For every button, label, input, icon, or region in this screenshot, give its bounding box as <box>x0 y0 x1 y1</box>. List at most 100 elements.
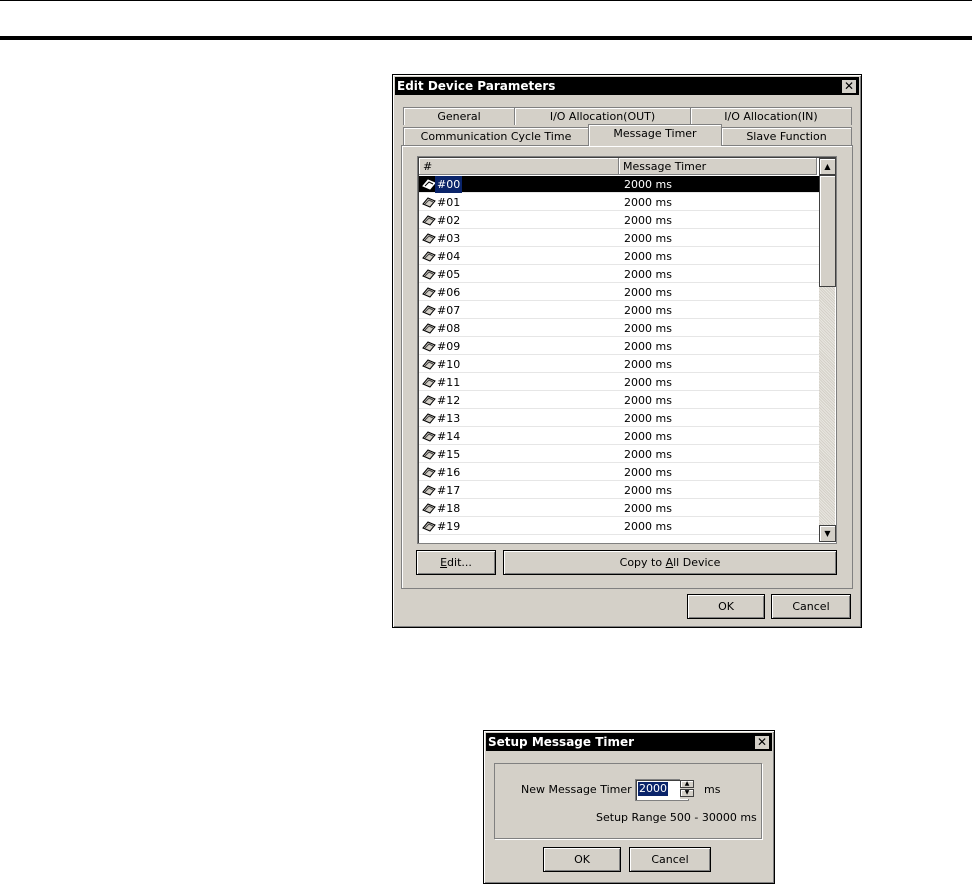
unit-label: ms <box>704 783 721 796</box>
device-id-cell: #11 <box>437 376 461 389</box>
copy-to-all-device-button[interactable]: Copy to All Device <box>503 550 837 575</box>
device-id-cell: #18 <box>437 502 461 515</box>
device-icon <box>422 413 436 424</box>
device-id-cell: #14 <box>437 430 461 443</box>
message-timer-cell: 2000 ms <box>624 412 672 425</box>
dialog-titlebar: Setup Message Timer ✕ <box>486 733 772 751</box>
device-icon <box>422 521 436 532</box>
list-item[interactable]: #18 2000 ms <box>419 500 819 517</box>
message-timer-cell: 2000 ms <box>624 178 672 191</box>
tab-io-allocation-in[interactable]: I/O Allocation(IN) <box>690 107 852 125</box>
list-item[interactable]: #15 2000 ms <box>419 446 819 463</box>
tab-communication-cycle-time[interactable]: Communication Cycle Time <box>403 127 589 145</box>
device-id-cell: #07 <box>437 304 461 317</box>
tab-panel: # Message Timer #00 2000 ms #01 2000 ms #02 2… <box>401 145 853 589</box>
list-item[interactable]: #17 2000 ms <box>419 482 819 499</box>
tab-label: I/O Allocation(IN) <box>724 110 818 123</box>
tab-io-allocation-out[interactable]: I/O Allocation(OUT) <box>514 107 691 125</box>
device-id-cell: #09 <box>437 340 461 353</box>
list-item[interactable]: #16 2000 ms <box>419 464 819 481</box>
button-label: ll Device <box>673 556 721 569</box>
device-icon <box>422 287 436 298</box>
message-timer-cell: 2000 ms <box>624 322 672 335</box>
list-item[interactable]: #02 2000 ms <box>419 212 819 229</box>
spin-up-icon[interactable]: ▲ <box>680 780 694 788</box>
list-item[interactable]: #03 2000 ms <box>419 230 819 247</box>
message-timer-cell: 2000 ms <box>624 484 672 497</box>
message-timer-cell: 2000 ms <box>624 358 672 371</box>
button-label: dit... <box>447 556 472 569</box>
device-icon <box>422 179 436 190</box>
page-header-rule <box>0 36 972 40</box>
list-item[interactable]: #10 2000 ms <box>419 356 819 373</box>
scroll-up-icon[interactable]: ▲ <box>819 158 836 175</box>
spin-down-icon[interactable]: ▼ <box>680 789 694 797</box>
list-item[interactable]: #09 2000 ms <box>419 338 819 355</box>
button-label: Copy to <box>619 556 666 569</box>
message-timer-stepper[interactable]: ▲ ▼ <box>680 779 694 799</box>
vertical-scrollbar[interactable]: ▲ ▼ <box>819 158 836 542</box>
message-timer-cell: 2000 ms <box>624 196 672 209</box>
list-item[interactable]: #11 2000 ms <box>419 374 819 391</box>
dialog-titlebar: Edit Device Parameters ✕ <box>395 77 859 95</box>
device-id-cell: #04 <box>437 250 461 263</box>
device-icon <box>422 449 436 460</box>
list-item[interactable]: #01 2000 ms <box>419 194 819 211</box>
message-timer-cell: 2000 ms <box>624 448 672 461</box>
device-icon <box>422 233 436 244</box>
message-timer-cell: 2000 ms <box>624 502 672 515</box>
setup-message-timer-dialog: Setup Message Timer ✕ New Message Timer … <box>483 730 775 884</box>
list-item[interactable]: #08 2000 ms <box>419 320 819 337</box>
column-header-label: Message Timer <box>623 160 707 173</box>
close-icon[interactable]: ✕ <box>754 735 770 750</box>
scroll-down-icon[interactable]: ▼ <box>819 525 836 542</box>
setup-cancel-button[interactable]: Cancel <box>629 847 711 872</box>
button-accelerator: E <box>440 556 448 569</box>
device-icon <box>422 323 436 334</box>
scrollbar-thumb[interactable] <box>819 175 836 287</box>
ok-button[interactable]: OK <box>687 594 765 619</box>
message-timer-cell: 2000 ms <box>624 304 672 317</box>
message-timer-list[interactable]: # Message Timer #00 2000 ms #01 2000 ms #02 2… <box>417 156 837 544</box>
dialog-title: Setup Message Timer <box>488 735 635 749</box>
message-timer-cell: 2000 ms <box>624 430 672 443</box>
list-item[interactable]: #05 2000 ms <box>419 266 819 283</box>
list-item[interactable]: #13 2000 ms <box>419 410 819 427</box>
tab-general[interactable]: General <box>403 107 515 125</box>
list-item[interactable]: #12 2000 ms <box>419 392 819 409</box>
column-header-message-timer[interactable]: Message Timer <box>619 158 817 175</box>
device-icon <box>422 431 436 442</box>
message-timer-cell: 2000 ms <box>624 250 672 263</box>
device-icon <box>422 395 436 406</box>
tab-label: Communication Cycle Time <box>420 130 572 143</box>
device-icon <box>422 341 436 352</box>
cancel-button[interactable]: Cancel <box>771 594 851 619</box>
message-timer-cell: 2000 ms <box>624 376 672 389</box>
list-item[interactable]: #07 2000 ms <box>419 302 819 319</box>
device-id-cell: #13 <box>437 412 461 425</box>
list-item[interactable]: #06 2000 ms <box>419 284 819 301</box>
timer-groupbox <box>494 763 762 839</box>
edit-button[interactable]: Edit... <box>416 550 496 575</box>
tab-slave-function[interactable]: Slave Function <box>721 127 852 145</box>
tab-label: General <box>437 110 481 123</box>
list-item[interactable]: #00 2000 ms <box>419 176 819 193</box>
device-id-cell: #08 <box>437 322 461 335</box>
close-icon[interactable]: ✕ <box>841 79 857 94</box>
device-id-cell: #01 <box>437 196 461 209</box>
tab-label: I/O Allocation(OUT) <box>549 110 656 123</box>
message-timer-cell: 2000 ms <box>624 286 672 299</box>
list-item[interactable]: #19 2000 ms <box>419 518 819 535</box>
device-id-cell: #00 <box>435 176 463 193</box>
list-item[interactable]: #04 2000 ms <box>419 248 819 265</box>
edit-device-parameters-dialog: Edit Device Parameters ✕ General I/O All… <box>392 74 862 628</box>
new-message-timer-label: New Message Timer : <box>521 783 639 796</box>
device-icon <box>422 269 436 280</box>
device-id-cell: #17 <box>437 484 461 497</box>
list-item[interactable]: #14 2000 ms <box>419 428 819 445</box>
message-timer-cell: 2000 ms <box>624 394 672 407</box>
column-header-number[interactable]: # <box>419 158 619 175</box>
setup-ok-button[interactable]: OK <box>543 847 621 872</box>
message-timer-value[interactable]: 2000 <box>638 782 668 796</box>
tab-message-timer[interactable]: Message Timer <box>588 124 722 146</box>
